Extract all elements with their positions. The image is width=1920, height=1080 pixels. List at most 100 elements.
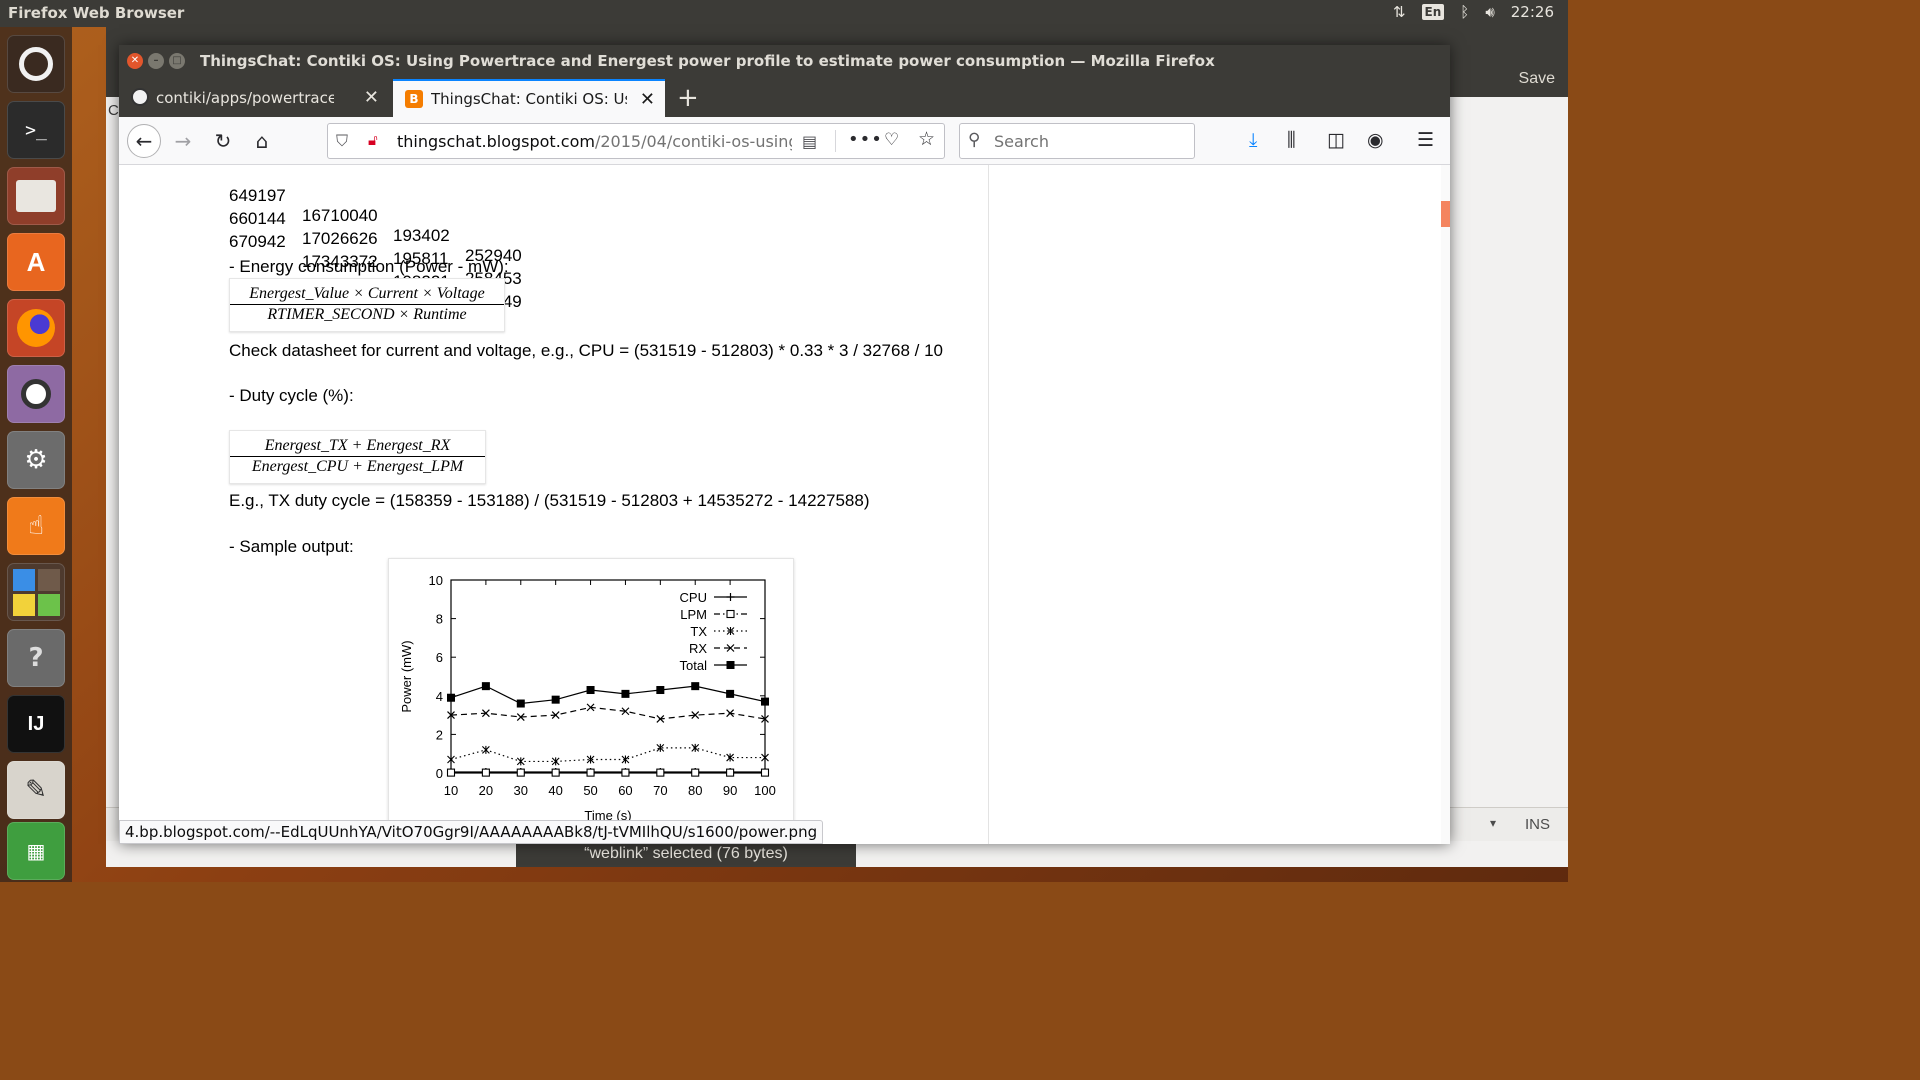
insecure-lock-icon[interactable]: 🔓︎ (368, 131, 378, 149)
url-divider (835, 130, 836, 152)
account-icon[interactable]: ◉ (1367, 129, 1384, 151)
x-tick-label: 60 (618, 783, 632, 798)
reader-view-icon[interactable]: ▤ (802, 132, 817, 151)
blogger-icon: B (405, 90, 423, 108)
search-input[interactable] (994, 130, 1184, 152)
ubuntu-dash-icon[interactable] (7, 35, 65, 93)
camera-icon[interactable] (7, 365, 65, 423)
bookmark-star-icon[interactable]: ☆ (918, 128, 935, 150)
window-minimize-button[interactable]: – (148, 53, 164, 69)
data-point-total (621, 689, 630, 698)
workspaces-icon[interactable] (7, 563, 65, 621)
home-button[interactable]: ⌂ (246, 125, 278, 157)
scrollbar[interactable] (1441, 165, 1450, 844)
data-point-total (691, 682, 700, 691)
data-point-total (551, 695, 560, 704)
table-cell: 17026626 (302, 229, 378, 248)
x-tick-label: 40 (548, 783, 562, 798)
sidebar-icon[interactable]: ◫ (1327, 129, 1345, 151)
software-center-icon[interactable]: A (7, 233, 65, 291)
downloads-icon[interactable]: ⤓ (1249, 129, 1257, 151)
energy-formula-image[interactable]: Energest_Value × Current × Voltage RTIME… (229, 278, 505, 332)
volume-icon[interactable]: 🔊︎ (1485, 3, 1494, 21)
new-tab-button[interactable]: + (677, 85, 699, 111)
y-axis-label: Power (mW) (399, 640, 414, 712)
hand-app-icon[interactable]: ☝ (7, 497, 65, 555)
tab-bar: contiki/apps/powertrace-sobrap ✕ B Thing… (119, 77, 1450, 117)
url-domain: thingschat.blogspot.com (397, 132, 595, 151)
data-point-total (656, 686, 665, 695)
series-line-rx (450, 706, 766, 720)
search-icon: ⚲ (968, 130, 981, 150)
legend-marker (726, 593, 735, 601)
help-icon[interactable]: ? (7, 629, 65, 687)
firefox-icon[interactable] (7, 299, 65, 357)
clock[interactable]: 22:26 (1511, 3, 1554, 21)
network-icon[interactable]: ⇅ (1393, 3, 1406, 21)
duty-formula-image[interactable]: Energest_TX + Energest_RX Energest_CPU +… (229, 430, 486, 484)
x-tick-label: 100 (754, 783, 776, 798)
keyboard-layout-indicator[interactable]: En (1421, 4, 1445, 20)
tracking-protection-icon[interactable]: ⛉ (336, 131, 348, 151)
data-point-total (447, 693, 455, 702)
text-editor-icon[interactable]: ✎ (7, 761, 65, 819)
data-point-tx (516, 757, 525, 766)
energy-note: Check datasheet for current and voltage,… (229, 341, 943, 360)
data-point-total (481, 682, 490, 691)
x-tick-label: 10 (444, 783, 458, 798)
data-point-lpm (446, 768, 456, 777)
indicator-area: ⇅ En ᛒ 🔊︎ 22:26 (1393, 3, 1554, 21)
pocket-icon[interactable]: ♡ (884, 130, 899, 150)
spreadsheet-icon[interactable]: ▦ (7, 822, 65, 880)
data-point-tx (447, 755, 455, 764)
legend-label: LPM (680, 607, 707, 622)
legend-marker (726, 661, 735, 669)
y-tick-label: 2 (436, 727, 443, 742)
gedit-ins-indicator: INS (1524, 816, 1550, 833)
power-chart-image[interactable]: 10 20 30 40 50 60 70 80 90 100 0 2 4 6 8 10 Time (s) Powe… (388, 558, 794, 844)
library-icon[interactable]: ⫼ (1287, 129, 1296, 151)
files-icon[interactable] (7, 167, 65, 225)
top-panel: Firefox Web Browser ⇅ En ᛒ 🔊︎ 22:26 (0, 0, 1568, 27)
legend-label: CPU (680, 590, 707, 605)
url-path: /2015/04/contiki-os-using (594, 132, 792, 151)
navigation-toolbar: ← → ↻ ⌂ ⛉ 🔓︎ thingschat.blogspot.com/201… (119, 117, 1450, 165)
close-icon[interactable]: ✕ (364, 87, 379, 108)
url-text[interactable]: thingschat.blogspot.com/2015/04/contiki-… (397, 132, 792, 151)
table-cell: 670942 (229, 232, 286, 251)
x-tick-label: 80 (688, 783, 702, 798)
tab-thingschat[interactable]: B ThingsChat: Contiki OS: Using Powertra… (393, 79, 665, 117)
active-app-title: Firefox Web Browser (8, 4, 185, 22)
tab-github[interactable]: contiki/apps/powertrace-sobrap ✕ (119, 79, 389, 117)
url-bar[interactable]: ⛉ 🔓︎ thingschat.blogspot.com/2015/04/con… (327, 123, 945, 159)
sample-heading: - Sample output: (229, 537, 354, 556)
page-content: 649197 16710040 193402 252940 660144 170… (119, 165, 1450, 844)
terminal-icon[interactable]: >_ (7, 101, 65, 159)
intellij-icon[interactable]: IJ (7, 695, 65, 753)
page-actions-icon[interactable]: ••• (848, 129, 883, 150)
window-maximize-button[interactable]: □ (169, 53, 185, 69)
menu-icon[interactable]: ☰ (1417, 129, 1434, 151)
scrollbar-thumb[interactable] (1441, 201, 1450, 227)
settings-icon[interactable]: ⚙ (7, 431, 65, 489)
data-point-lpm (516, 768, 525, 777)
gedit-save-button[interactable]: Save (1519, 70, 1555, 88)
launcher: >_ A ⚙ ☝ ? IJ ✎ ▦ (0, 27, 72, 882)
energy-heading: - Energy consumption (Power - mW): (229, 257, 509, 276)
reload-button[interactable]: ↻ (207, 125, 239, 157)
link-status-bar: 4.bp.blogspot.com/--EdLqUUnhYA/VitO70Ggr… (119, 820, 824, 844)
back-button[interactable]: ← (127, 124, 161, 158)
data-point-lpm (481, 768, 490, 777)
gedit-dropdown-icon[interactable]: ▾ (1490, 816, 1496, 830)
window-close-button[interactable]: ✕ (127, 53, 143, 69)
legend-label: TX (690, 624, 707, 639)
search-bar[interactable]: ⚲ (959, 123, 1195, 159)
data-point-tx (621, 755, 630, 764)
data-point-total (516, 699, 525, 708)
duty-formula-denominator: Energest_CPU + Energest_LPM (251, 458, 464, 475)
close-icon[interactable]: ✕ (640, 89, 655, 110)
bluetooth-icon[interactable]: ᛒ (1460, 3, 1469, 21)
data-point-total (586, 686, 595, 695)
forward-button[interactable]: → (167, 125, 199, 157)
data-point-lpm (726, 768, 735, 777)
